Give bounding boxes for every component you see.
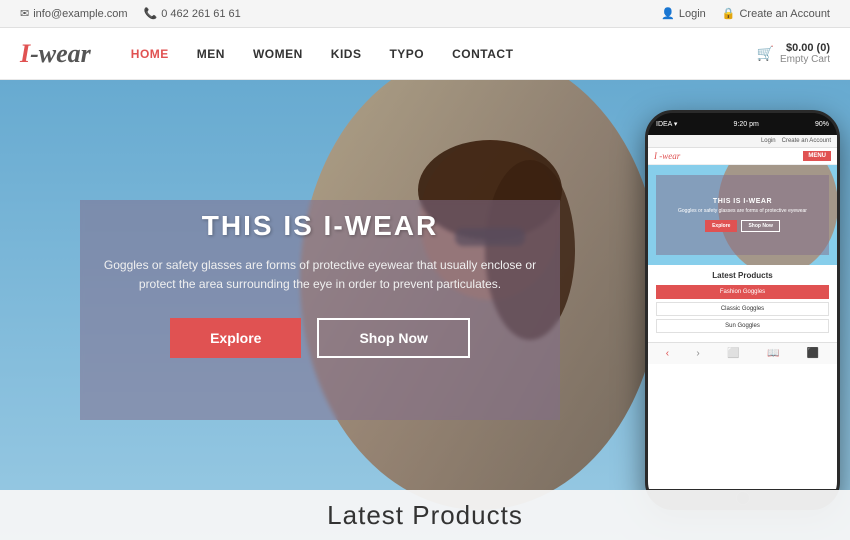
phone-share-icon[interactable]: ⬜ [727,348,739,359]
phone-shop-button[interactable]: Shop Now [741,220,779,232]
phone-bookmark-icon[interactable]: 📖 [767,348,779,359]
phone-product-classic[interactable]: Classic Goggles [656,302,829,316]
phone-hero-desc: Goggles or safety glasses are forms of p… [672,208,813,215]
phone-products-title: Latest Products [656,271,829,280]
hero-content: THIS IS I-WEAR Goggles or safety glasses… [80,210,560,358]
top-bar-right: 👤 Login 🔒 Create an Account [661,7,830,20]
nav-men[interactable]: MEN [197,47,225,61]
phone-forward-icon[interactable]: › [696,348,699,359]
email-item: ✉ info@example.com [20,7,128,20]
phone-top-bar: Login Create an Account [648,135,837,148]
phone-battery: 90% [815,121,829,128]
phone-text: 0 462 261 61 61 [161,8,241,20]
logo-i: I [20,39,30,69]
cart-icon: 🛒 [757,45,774,62]
user-icon: 👤 [661,7,675,20]
phone-hero-content: THIS IS I-WEAR Goggles or safety glasses… [672,198,813,232]
email-text: info@example.com [33,8,127,20]
top-bar: ✉ info@example.com 📞 0 462 261 61 61 👤 L… [0,0,850,28]
nav-typo[interactable]: TYPO [389,47,424,61]
nav-home[interactable]: HOME [131,47,169,61]
bottom-peek: Latest Products [0,490,850,540]
phone-create-account-label: Create an Account [782,138,831,144]
top-bar-left: ✉ info@example.com 📞 0 462 261 61 61 [20,7,241,20]
cart-status: Empty Cart [780,54,830,65]
logo-rest: -wear [30,39,91,69]
logo: I -wear [20,39,91,69]
phone-hero-title: THIS IS I-WEAR [672,198,813,205]
phone-hero: THIS IS I-WEAR Goggles or safety glasses… [648,165,837,265]
hero-title: THIS IS I-WEAR [80,210,560,242]
phone-screen: Login Create an Account I -wear MENU [648,135,837,489]
explore-button[interactable]: Explore [170,318,301,358]
create-account-label[interactable]: Create an Account [739,8,830,20]
hero-section: THIS IS I-WEAR Goggles or safety glasses… [0,80,850,540]
hero-buttons: Explore Shop Now [80,318,560,358]
nav-links: HOME MEN WOMEN KIDS TYPO CONTACT [131,47,757,61]
create-account-item[interactable]: 🔒 Create an Account [722,7,830,20]
shop-now-button[interactable]: Shop Now [317,318,469,358]
phone-product-fashion[interactable]: Fashion Goggles [656,285,829,299]
phone-time: 9:20 pm [734,121,759,128]
email-icon: ✉ [20,7,29,20]
phone-navbar: I -wear MENU [648,148,837,165]
nav-women[interactable]: WOMEN [253,47,303,61]
phone-hero-buttons: Explore Shop Now [672,220,813,232]
phone-products-section: Latest Products Fashion Goggles Classic … [648,265,837,342]
phone-status-bar: IDEA ▾ 9:20 pm 90% [648,113,837,135]
login-label[interactable]: Login [679,8,706,20]
phone-carrier: IDEA ▾ [656,120,677,128]
phone-logo-rest: -wear [659,151,680,161]
phone-more-icon[interactable]: ⬛ [807,348,819,359]
nav-contact[interactable]: CONTACT [452,47,513,61]
phone-mockup: IDEA ▾ 9:20 pm 90% Login Create an Accou… [645,110,840,510]
phone-bottom-bar: ‹ › ⬜ 📖 ⬛ [648,342,837,364]
phone-explore-button[interactable]: Explore [705,220,737,232]
cart-price: $0.00 (0) [786,42,830,54]
nav-cart[interactable]: 🛒 $0.00 (0) Empty Cart [757,42,830,65]
phone-logo: I -wear [654,151,680,161]
phone-back-icon[interactable]: ‹ [666,348,669,359]
phone-item: 📞 0 462 261 61 61 [144,7,241,20]
phone-product-sun[interactable]: Sun Goggles [656,319,829,333]
navbar: I -wear HOME MEN WOMEN KIDS TYPO CONTACT… [0,28,850,80]
login-item[interactable]: 👤 Login [661,7,706,20]
lock-icon: 🔒 [722,7,736,20]
bottom-title: Latest Products [327,500,523,531]
phone-menu-button[interactable]: MENU [803,151,831,161]
phone-logo-i: I [654,151,657,161]
nav-kids[interactable]: KIDS [331,47,362,61]
phone-login-label: Login [761,138,776,144]
phone-icon: 📞 [144,7,158,20]
hero-description: Goggles or safety glasses are forms of p… [80,256,560,294]
